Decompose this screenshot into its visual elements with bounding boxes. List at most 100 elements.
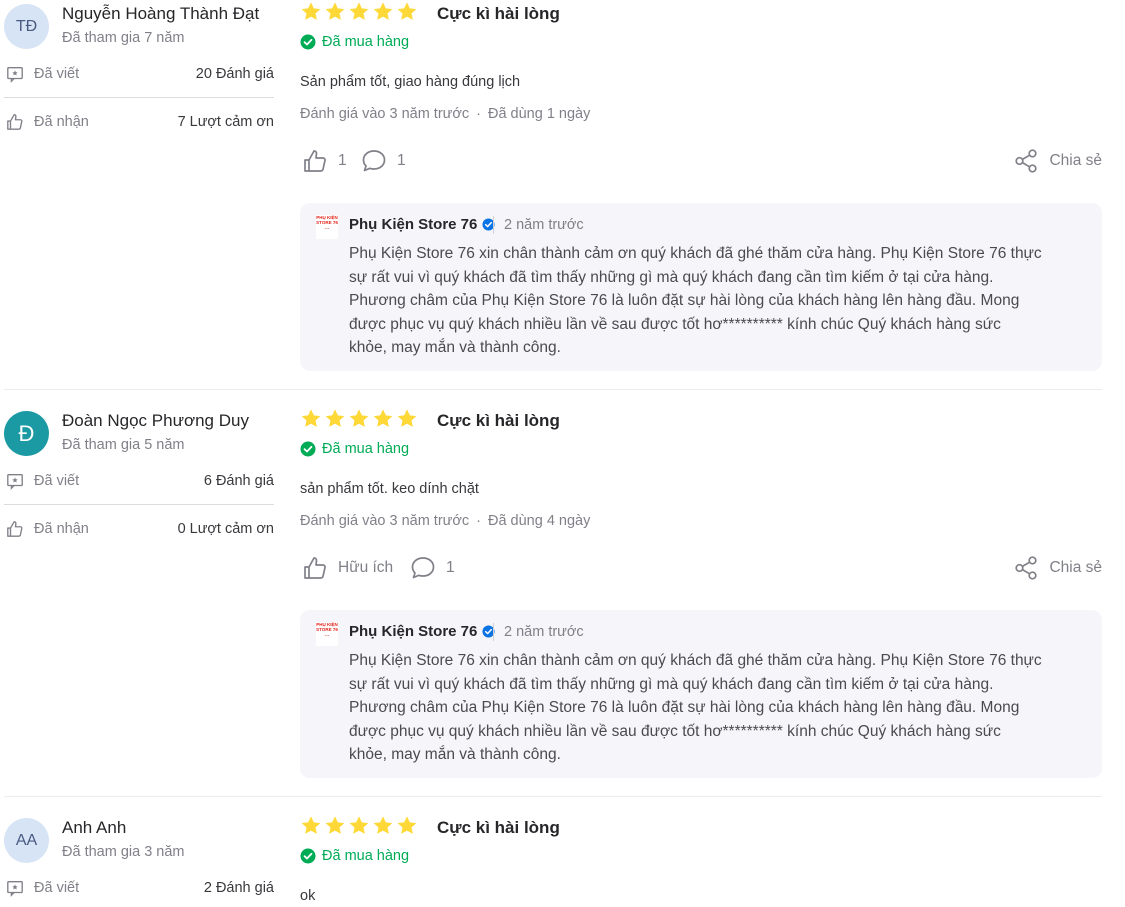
reply-text: Phụ Kiện Store 76 xin chân thành cảm ơn … (349, 242, 1089, 360)
reply-line: sự rất vui vì quý khách đã tìm thấy nhữn… (349, 268, 994, 286)
check-circle-icon (300, 34, 316, 50)
star-icon (349, 409, 369, 427)
share-icon (1015, 149, 1038, 173)
star-icon (301, 409, 321, 427)
stat-received: Đã nhận 0 Lượt cảm ơn (4, 518, 274, 542)
stat-received-label: Đã nhận (34, 114, 89, 130)
star-icon (325, 2, 345, 20)
meta-separator: · (476, 106, 481, 122)
review-actions: 1 1 Chia sẻ (300, 148, 1102, 178)
share-button[interactable]: Chia sẻ (1013, 148, 1102, 174)
avatar: Đ (4, 411, 49, 456)
stat-received-label: Đã nhận (34, 521, 89, 537)
stat-received-value: 0 Lượt cảm ơn (177, 521, 274, 537)
reply-line: được phục vụ quý khách nhiều lần về sau … (349, 722, 1001, 740)
stat-written-value: 2 Đánh giá (203, 880, 274, 896)
share-label: Chia sẻ (1049, 152, 1102, 169)
rating-stars (300, 1, 418, 23)
verified-purchase-label: Đã mua hàng (322, 441, 410, 457)
star-icon (373, 409, 393, 427)
like-button[interactable]: Hữu ích (302, 555, 393, 581)
reviewer-name: Anh Anh (62, 818, 127, 837)
reply-text: Phụ Kiện Store 76 xin chân thành cảm ơn … (349, 649, 1089, 767)
like-label: Hữu ích (338, 559, 394, 576)
review-text: Sản phẩm tốt, giao hàng đúng lịch (300, 74, 521, 90)
reviewer-joined: Đã tham gia 5 năm (62, 437, 185, 453)
reply-time: 2 năm trước (504, 624, 584, 640)
verified-purchase-badge: Đã mua hàng (300, 34, 409, 50)
rating-title: Cực kì hài lòng (437, 818, 560, 837)
meta-separator: · (476, 513, 481, 529)
reply-line: Phụ Kiện Store 76 xin chân thành cảm ơn … (349, 652, 1042, 669)
reviewed-at: Đánh giá vào 3 năm trước (300, 513, 470, 529)
review-item: Đ Đoàn Ngọc Phương Duy Đã tham gia 5 năm… (0, 407, 1125, 797)
stat-written-label: Đã viết (34, 473, 80, 489)
stat-written-label: Đã viết (34, 66, 80, 82)
star-icon (373, 816, 393, 834)
star-icon (349, 2, 369, 20)
star-icon (349, 816, 369, 834)
like-count: 1 (338, 152, 347, 169)
comment-count: 1 (397, 152, 406, 169)
star-icon (301, 816, 321, 834)
like-button[interactable]: 1 (302, 148, 347, 174)
shop-logo: PHỤ KIỆN STORE 76… (316, 622, 338, 646)
comment-button[interactable]: 1 (361, 148, 406, 174)
review-divider (4, 796, 1102, 797)
review-actions: Hữu ích 1 Chia sẻ (300, 555, 1102, 585)
avatar: AA (4, 818, 49, 863)
review-meta: Đánh giá vào 3 năm trước · Đã dùng 1 ngày (300, 106, 590, 122)
stat-written: Đã viết 20 Đánh giá (4, 63, 274, 87)
stat-received: Đã nhận 7 Lượt cảm ơn (4, 111, 274, 135)
rating-title: Cực kì hài lòng (437, 4, 560, 23)
star-icon (397, 2, 417, 20)
comment-count: 1 (446, 559, 455, 576)
verified-purchase-label: Đã mua hàng (322, 34, 410, 50)
avatar: TĐ (4, 4, 49, 49)
review-written-icon (7, 67, 23, 83)
reply-line: sự rất vui vì quý khách đã tìm thấy nhữn… (349, 675, 994, 693)
reply-line: được phục vụ quý khách nhiều lần về sau … (349, 315, 1001, 333)
reviewer-name: Nguyễn Hoàng Thành Đạt (62, 4, 260, 23)
star-icon (397, 816, 417, 834)
reviewer-joined: Đã tham gia 7 năm (62, 30, 185, 46)
shop-reply: PHỤ KIỆN STORE 76… Phụ Kiện Store 76 2 nă… (300, 610, 1102, 778)
review-meta: Đánh giá vào 3 năm trước · Đã dùng 4 ngày (300, 513, 590, 529)
review-written-icon (7, 474, 23, 490)
review-item: TĐ Nguyễn Hoàng Thành Đạt Đã tham gia 7 … (0, 0, 1125, 390)
stat-written: Đã viết 2 Đánh giá (4, 877, 274, 901)
share-button[interactable]: Chia sẻ (1013, 555, 1102, 581)
verified-purchase-label: Đã mua hàng (322, 848, 410, 864)
verified-purchase-badge: Đã mua hàng (300, 441, 409, 457)
stat-written-value: 6 Đánh giá (203, 473, 274, 489)
reply-divider (493, 623, 494, 641)
reply-line: khỏe, may mắn và thành công. (349, 746, 561, 764)
reply-line: Phương châm của Phụ Kiện Store 76 là luô… (349, 699, 1020, 717)
review-item: AA Anh Anh Đã tham gia 3 năm Đã viết 2 Đ… (0, 814, 1125, 907)
reply-line: khỏe, may mắn và thành công. (349, 339, 561, 357)
reply-divider (493, 216, 494, 234)
shop-name-text: Phụ Kiện Store 76 (349, 623, 478, 640)
review-written-icon (7, 881, 23, 897)
reply-line: Phương châm của Phụ Kiện Store 76 là luô… (349, 292, 1020, 310)
share-label: Chia sẻ (1049, 559, 1102, 576)
star-icon (373, 2, 393, 20)
reviewer-name: Đoàn Ngọc Phương Duy (62, 411, 249, 430)
comment-icon (362, 150, 386, 172)
shop-name-text: Phụ Kiện Store 76 (349, 216, 478, 233)
stat-written: Đã viết 6 Đánh giá (4, 470, 274, 494)
thumbs-up-icon (7, 521, 23, 537)
thumbs-up-icon (304, 557, 326, 579)
share-icon (1015, 556, 1038, 580)
rating-stars (300, 815, 418, 837)
rating-title: Cực kì hài lòng (437, 411, 560, 430)
review-text: ok (300, 888, 316, 904)
star-icon (301, 2, 321, 20)
check-circle-icon (300, 441, 316, 457)
shop-name: Phụ Kiện Store 76 (349, 623, 495, 640)
comment-button[interactable]: 1 (410, 555, 455, 581)
reviewer-joined: Đã tham gia 3 năm (62, 844, 185, 860)
shop-name: Phụ Kiện Store 76 (349, 216, 495, 233)
reply-time: 2 năm trước (504, 217, 584, 233)
stat-divider (4, 504, 274, 505)
